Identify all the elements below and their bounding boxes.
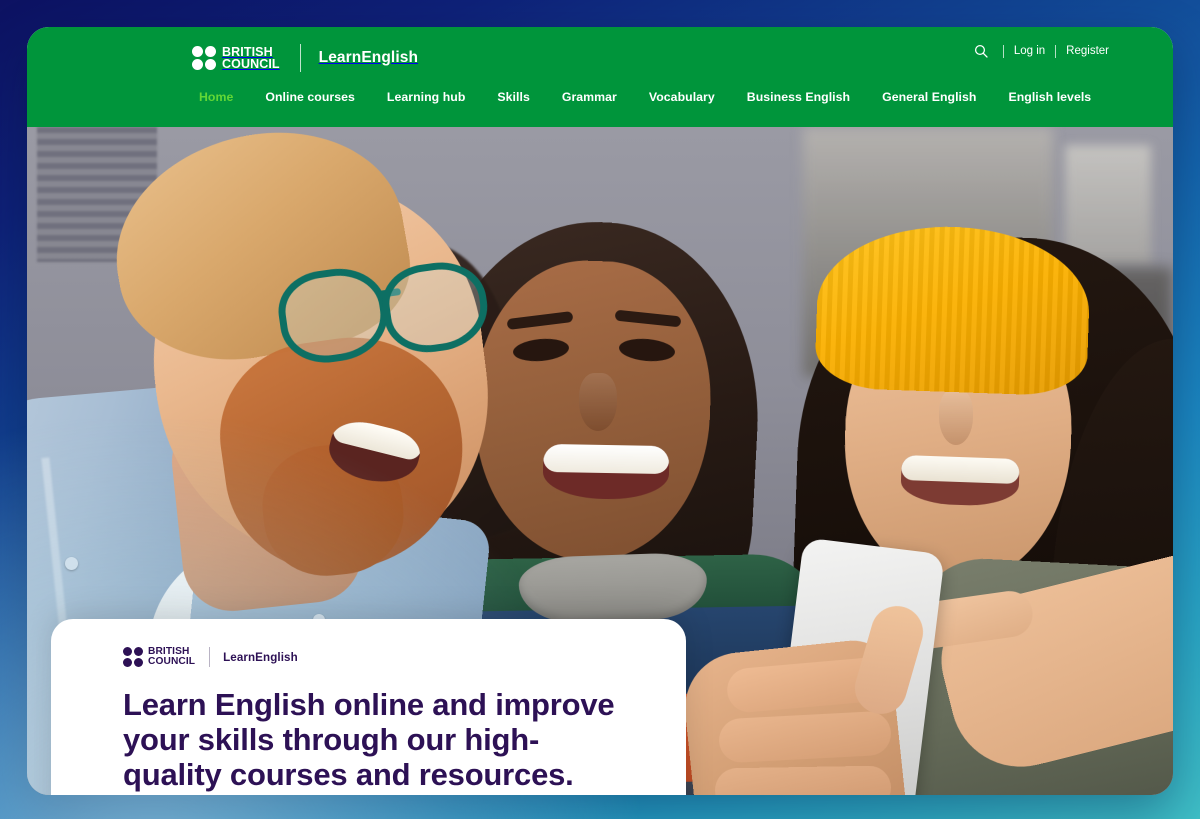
- british-council-wordmark: BRITISH COUNCIL: [222, 45, 280, 71]
- nav-item-general-english[interactable]: General English: [882, 89, 976, 105]
- header-brand-link[interactable]: BRITISH COUNCIL LearnEnglish: [192, 43, 418, 73]
- brand-divider: [299, 44, 301, 72]
- nav-item-home[interactable]: Home: [199, 89, 233, 105]
- nav-item-online-courses[interactable]: Online courses: [265, 89, 355, 105]
- glasses-lens-left: [273, 262, 394, 369]
- header-product-name: LearnEnglish: [318, 49, 419, 66]
- hand-finger-3: [714, 765, 892, 795]
- nav-item-english-levels[interactable]: English levels: [1008, 89, 1091, 105]
- hero-promo-card: BRITISH COUNCIL LearnEnglish Learn Engli…: [51, 619, 686, 795]
- promo-card-brand: BRITISH COUNCIL LearnEnglish: [123, 645, 648, 669]
- person-middle-nose: [579, 373, 617, 431]
- person-middle-sweater-collar: [517, 551, 709, 625]
- site-header: BRITISH COUNCIL LearnEnglish Log in Regi…: [27, 27, 1173, 127]
- promo-wordmark-line-2: COUNCIL: [148, 656, 196, 667]
- header-utility-links: Log in Register: [973, 40, 1119, 62]
- login-link[interactable]: Log in: [1004, 44, 1055, 58]
- promo-product-name: LearnEnglish: [223, 650, 298, 664]
- person-right-yellow-beanie: [814, 222, 1092, 397]
- header-top-row: BRITISH COUNCIL LearnEnglish Log in Regi…: [27, 27, 1173, 89]
- hero-section: BRITISH COUNCIL LearnEnglish Learn Engli…: [27, 127, 1173, 795]
- page-background: BRITISH COUNCIL LearnEnglish Log in Regi…: [0, 0, 1200, 819]
- promo-british-council-wordmark: BRITISH COUNCIL: [148, 646, 196, 667]
- british-council-dots-logo: [192, 46, 216, 70]
- nav-item-business-english[interactable]: Business English: [747, 89, 850, 105]
- person-left-jacket-button: [65, 557, 78, 570]
- person-middle-teeth: [542, 443, 670, 475]
- register-link[interactable]: Register: [1056, 44, 1119, 58]
- main-navigation: Home Online courses Learning hub Skills …: [27, 89, 1173, 127]
- promo-brand-divider: [209, 647, 211, 667]
- person-right-teeth: [901, 454, 1020, 485]
- nav-item-skills[interactable]: Skills: [497, 89, 529, 105]
- person-right-nose: [939, 389, 973, 445]
- search-icon[interactable]: [973, 43, 989, 59]
- browser-window: BRITISH COUNCIL LearnEnglish Log in Regi…: [27, 27, 1173, 795]
- british-council-dots-logo: [123, 647, 143, 667]
- nav-item-grammar[interactable]: Grammar: [562, 89, 617, 105]
- glasses-lens-right: [377, 256, 493, 359]
- wordmark-line-2: COUNCIL: [222, 57, 280, 71]
- hero-headline: Learn English online and improve your sk…: [123, 687, 615, 792]
- hand-finger-2: [717, 710, 893, 764]
- nav-item-vocabulary[interactable]: Vocabulary: [649, 89, 715, 105]
- nav-item-learning-hub[interactable]: Learning hub: [387, 89, 465, 105]
